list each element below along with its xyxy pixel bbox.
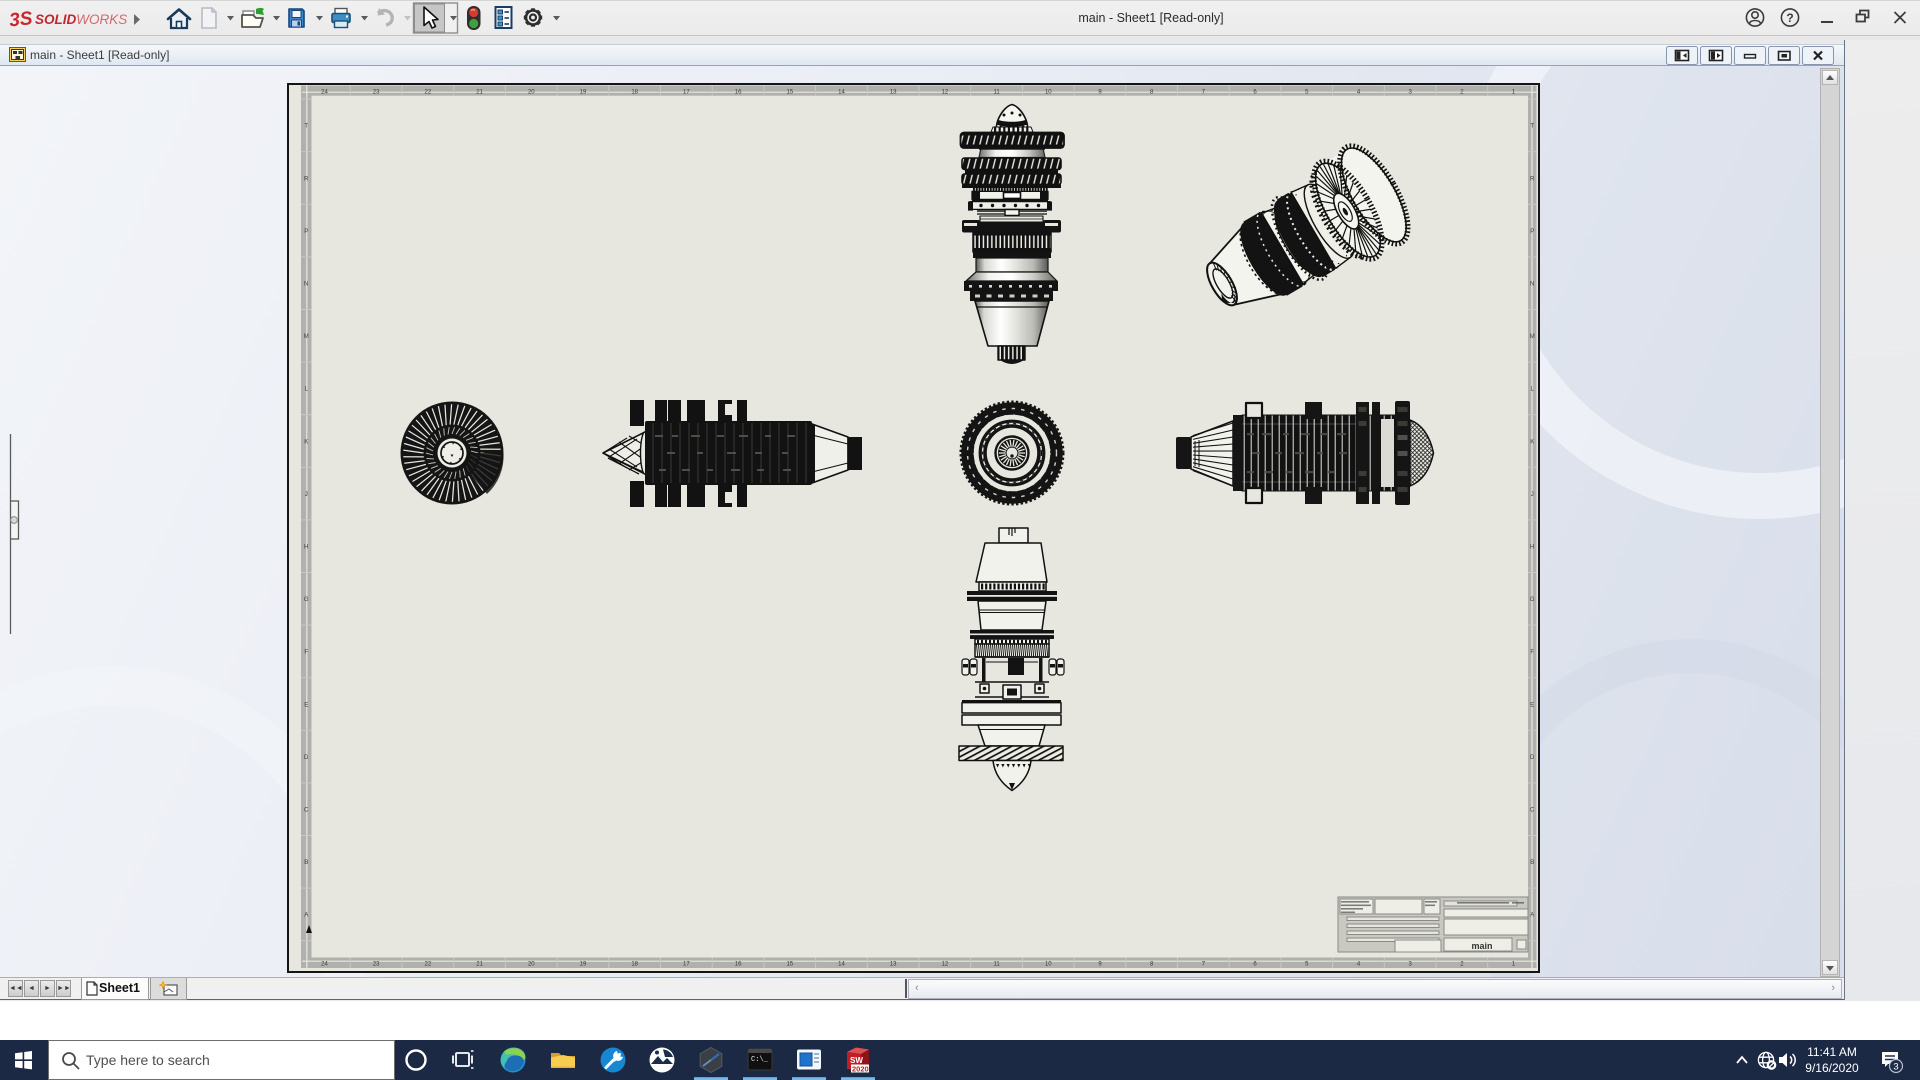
svg-text:23: 23 (373, 89, 380, 95)
svg-text:22: 22 (425, 962, 432, 968)
svg-text:R: R (304, 176, 309, 182)
svg-text:10: 10 (1045, 89, 1052, 95)
svg-text:C: C (304, 808, 309, 814)
svg-text:13: 13 (890, 89, 897, 95)
svg-text:18: 18 (631, 89, 638, 95)
svg-text:A: A (1530, 913, 1534, 919)
svg-text:main: main (1471, 941, 1492, 951)
svg-text:J: J (305, 492, 308, 498)
svg-text:G: G (1530, 597, 1535, 603)
svg-text:10: 10 (1045, 962, 1052, 968)
svg-text:3: 3 (1893, 1062, 1898, 1073)
svg-text:2020: 2020 (852, 1065, 869, 1074)
svg-text:16: 16 (735, 962, 742, 968)
svg-text:24: 24 (321, 962, 328, 968)
svg-text:T: T (304, 124, 308, 130)
svg-text:E: E (1530, 702, 1534, 708)
svg-text:M: M (304, 334, 309, 340)
svg-text:?: ? (1786, 11, 1793, 25)
svg-text:19: 19 (580, 962, 587, 968)
svg-text:G: G (304, 597, 309, 603)
svg-text:14: 14 (838, 962, 845, 968)
svg-text:F: F (1530, 650, 1534, 656)
svg-text:A: A (304, 913, 308, 919)
svg-text:C: C (1530, 808, 1535, 814)
svg-text:15: 15 (786, 89, 793, 95)
svg-text:18: 18 (631, 962, 638, 968)
svg-text:K: K (1530, 439, 1534, 445)
svg-text:3S: 3S (8, 8, 34, 31)
svg-text:16: 16 (735, 89, 742, 95)
svg-text:N: N (1530, 282, 1534, 288)
svg-text:SOLIDWORKS: SOLIDWORKS (35, 12, 127, 27)
svg-text:F: F (304, 650, 308, 656)
svg-text:M: M (1530, 334, 1535, 340)
svg-text:21: 21 (476, 962, 483, 968)
svg-text:23: 23 (373, 962, 380, 968)
svg-text:D: D (1530, 755, 1535, 761)
svg-text:20: 20 (528, 962, 535, 968)
svg-text:17: 17 (683, 89, 690, 95)
svg-text:C:\_: C:\_ (751, 1056, 769, 1064)
svg-text:12: 12 (942, 89, 949, 95)
svg-text:N: N (304, 282, 308, 288)
svg-text:P: P (304, 229, 308, 235)
svg-text:21: 21 (476, 89, 483, 95)
svg-text:22: 22 (425, 89, 432, 95)
svg-text:19: 19 (580, 89, 587, 95)
svg-text:K: K (304, 439, 308, 445)
svg-text:24: 24 (321, 89, 328, 95)
svg-text:D: D (304, 755, 309, 761)
svg-text:J: J (1531, 492, 1534, 498)
svg-text:H: H (304, 545, 308, 551)
svg-text:14: 14 (838, 89, 845, 95)
svg-text:11: 11 (993, 962, 1000, 968)
svg-text:H: H (1530, 545, 1534, 551)
svg-text:13: 13 (890, 962, 897, 968)
svg-text:11: 11 (993, 89, 1000, 95)
svg-text:15: 15 (786, 962, 793, 968)
svg-text:E: E (304, 702, 308, 708)
svg-text:B: B (1530, 860, 1534, 866)
svg-text:R: R (1530, 176, 1535, 182)
svg-text:12: 12 (942, 962, 949, 968)
svg-text:P: P (1530, 229, 1534, 235)
svg-text:17: 17 (683, 962, 690, 968)
svg-text:T: T (1530, 124, 1534, 130)
svg-text:B: B (304, 860, 308, 866)
svg-text:20: 20 (528, 89, 535, 95)
